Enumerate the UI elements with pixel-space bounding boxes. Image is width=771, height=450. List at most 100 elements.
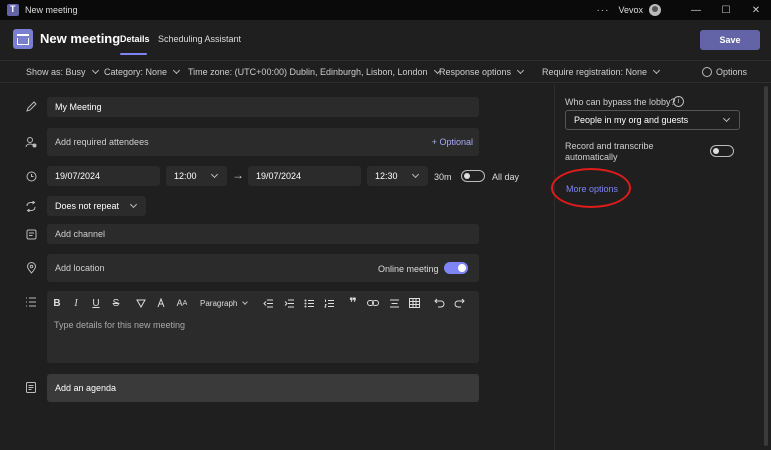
title-input[interactable]: My Meeting — [47, 97, 479, 117]
chevron-down-icon — [173, 66, 181, 75]
underline-button[interactable]: U — [90, 297, 102, 309]
chevron-down-icon — [91, 66, 99, 75]
chevron-down-icon — [242, 298, 249, 305]
attendees-placeholder: Add required attendees — [55, 137, 149, 147]
all-day-toggle[interactable] — [461, 170, 485, 182]
align-icon[interactable] — [388, 297, 400, 309]
registration-dropdown[interactable]: Require registration: None — [542, 66, 661, 77]
annotation-circle — [551, 168, 631, 208]
maximize-icon[interactable]: ☐ — [711, 0, 741, 20]
add-person-icon — [25, 136, 37, 148]
response-options-dropdown[interactable]: Response options — [439, 66, 525, 77]
registration-label: Require registration: None — [542, 67, 648, 77]
add-agenda-label: Add an agenda — [55, 383, 117, 393]
optional-attendees-link[interactable]: + Optional — [432, 137, 473, 147]
tab-scheduling-assistant[interactable]: Scheduling Assistant — [158, 34, 241, 44]
meeting-header: New meeting Details Scheduling Assistant… — [0, 20, 771, 60]
attendees-input[interactable]: Add required attendees + Optional — [47, 128, 479, 156]
quote-icon[interactable]: ❞ — [347, 295, 359, 310]
show-as-label: Show as: Busy — [26, 67, 86, 77]
channel-icon — [25, 228, 37, 240]
link-icon[interactable] — [367, 297, 379, 309]
show-as-dropdown[interactable]: Show as: Busy — [26, 66, 99, 77]
lobby-label: Who can bypass the lobby? — [565, 97, 676, 107]
time-zone-label: Time zone: (UTC+00:00) Dublin, Edinburgh… — [188, 67, 428, 77]
chevron-down-icon — [129, 200, 138, 209]
tab-details[interactable]: Details — [120, 34, 150, 44]
avatar[interactable] — [649, 4, 661, 16]
chevron-down-icon — [517, 66, 525, 75]
title-bar: New meeting ··· Vevox — ☐ ✕ — [0, 0, 771, 20]
font-size-icon[interactable]: AA — [175, 297, 189, 309]
paragraph-label: Paragraph — [200, 298, 238, 308]
options-button[interactable]: Options — [702, 67, 747, 77]
calendar-icon — [13, 29, 33, 49]
side-panel — [554, 84, 771, 450]
details-placeholder: Type details for this new meeting — [54, 320, 186, 330]
highlight-icon[interactable] — [135, 297, 147, 309]
end-time-value: 12:30 — [375, 171, 398, 181]
outdent-icon[interactable] — [262, 297, 274, 309]
all-day-label: All day — [492, 172, 520, 182]
numbered-list-icon[interactable] — [323, 297, 335, 309]
window-title: New meeting — [25, 5, 78, 15]
lobby-value: People in my org and guests — [574, 115, 689, 125]
active-tab-indicator — [120, 53, 147, 55]
channel-input[interactable]: Add channel — [47, 224, 479, 244]
redo-icon[interactable] — [453, 297, 465, 309]
bold-button[interactable]: B — [51, 297, 63, 309]
title-value: My Meeting — [55, 102, 102, 112]
undo-icon[interactable] — [433, 297, 445, 309]
list-details-icon — [25, 296, 37, 308]
online-meeting-toggle[interactable] — [444, 262, 468, 274]
lobby-dropdown[interactable]: People in my org and guests — [565, 110, 740, 130]
end-date-value: 19/07/2024 — [256, 171, 302, 181]
more-icon[interactable]: ··· — [596, 5, 609, 16]
table-icon[interactable] — [408, 297, 420, 309]
paragraph-dropdown[interactable]: Paragraph — [200, 297, 252, 309]
online-meeting-label: Online meeting — [378, 264, 439, 274]
start-time-dropdown[interactable]: 12:00 — [166, 166, 227, 186]
add-agenda-button[interactable]: Add an agenda — [47, 374, 479, 402]
category-label: Category: None — [104, 67, 168, 77]
arrow-right-icon: → — [232, 168, 244, 182]
page-title: New meeting — [40, 31, 121, 46]
end-time-dropdown[interactable]: 12:30 — [367, 166, 428, 186]
repeat-icon — [25, 200, 37, 212]
channel-placeholder: Add channel — [55, 229, 106, 239]
duration-label: 30m — [434, 172, 452, 182]
strikethrough-button[interactable]: S — [110, 297, 122, 309]
chevron-down-icon — [722, 114, 731, 123]
location-pin-icon — [25, 262, 37, 274]
record-toggle[interactable] — [710, 145, 734, 157]
repeat-value: Does not repeat — [55, 201, 120, 211]
end-date-input[interactable]: 19/07/2024 — [248, 166, 361, 186]
user-name: Vevox — [618, 5, 643, 15]
minimize-icon[interactable]: — — [681, 0, 711, 20]
record-label: Record and transcribe automatically — [565, 141, 654, 162]
gear-icon — [702, 67, 712, 77]
font-color-icon[interactable] — [155, 297, 167, 309]
response-options-label: Response options — [439, 67, 512, 77]
chevron-down-icon — [210, 170, 219, 179]
info-icon[interactable]: i — [673, 96, 684, 107]
italic-button[interactable]: I — [70, 297, 82, 309]
indent-icon[interactable] — [283, 297, 295, 309]
options-label: Options — [716, 67, 748, 77]
agenda-icon — [25, 381, 37, 393]
location-placeholder: Add location — [55, 263, 105, 273]
start-date-input[interactable]: 19/07/2024 — [47, 166, 160, 186]
close-icon[interactable]: ✕ — [741, 0, 771, 20]
category-dropdown[interactable]: Category: None — [104, 66, 181, 77]
bullet-list-icon[interactable] — [303, 297, 315, 309]
time-zone-dropdown[interactable]: Time zone: (UTC+00:00) Dublin, Edinburgh… — [188, 66, 441, 77]
scrollbar[interactable] — [764, 86, 768, 446]
clock-icon — [25, 170, 37, 182]
chevron-down-icon — [411, 170, 420, 179]
options-bar: Show as: Busy Category: None Time zone: … — [0, 60, 771, 83]
repeat-dropdown[interactable]: Does not repeat — [47, 196, 146, 216]
save-button[interactable]: Save — [700, 30, 760, 50]
teams-app-icon — [7, 4, 19, 16]
start-date-value: 19/07/2024 — [55, 171, 101, 181]
pencil-icon — [25, 100, 37, 112]
